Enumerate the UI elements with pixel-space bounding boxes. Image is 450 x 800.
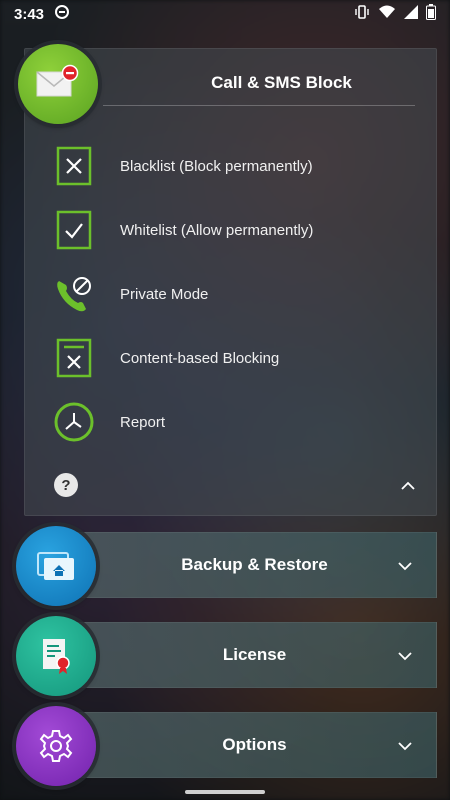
call-sms-block-panel: Call & SMS Block Blacklist (Block perman…: [24, 48, 437, 516]
status-time: 3:43: [14, 5, 45, 23]
battery-icon: [426, 4, 436, 24]
blacklist-x-icon: [53, 145, 95, 187]
whitelist-check-icon: [53, 209, 95, 251]
clock-report-icon: [53, 401, 95, 443]
menu-item-label: Content-based Blocking: [120, 349, 280, 367]
section-label: Options: [222, 735, 287, 754]
menu-item-report[interactable]: Report: [53, 397, 423, 447]
wifi-icon: [378, 4, 396, 24]
chevron-down-icon: [396, 647, 414, 665]
menu-item-blacklist[interactable]: Blacklist (Block permanently): [53, 141, 423, 191]
status-right-icons: [354, 4, 436, 24]
call-sms-block-icon[interactable]: [18, 44, 98, 124]
menu-item-whitelist[interactable]: Whitelist (Allow permanently): [53, 205, 423, 255]
section-label: Backup & Restore: [181, 555, 328, 574]
section-label: License: [222, 645, 287, 664]
gear-icon[interactable]: [16, 706, 96, 786]
phone-blocked-icon: [53, 273, 95, 315]
gesture-nav-handle[interactable]: [185, 790, 265, 794]
status-bar: 3:43: [0, 0, 450, 28]
signal-icon: [404, 5, 418, 23]
help-icon[interactable]: ?: [54, 473, 78, 497]
menu-item-label: Whitelist (Allow permanently): [120, 221, 314, 239]
backup-restore-icon[interactable]: [16, 526, 96, 606]
license-certificate-icon[interactable]: [16, 616, 96, 696]
menu-item-label: Blacklist (Block permanently): [120, 157, 313, 175]
vibrate-icon: [354, 4, 370, 24]
backup-restore-section[interactable]: Backup & Restore: [52, 532, 437, 598]
menu-item-label: Report: [120, 413, 166, 431]
panel-title: Call & SMS Block: [211, 73, 352, 92]
menu-item-private-mode[interactable]: Private Mode: [53, 269, 423, 319]
content-block-icon: [53, 337, 95, 379]
chevron-up-icon[interactable]: [399, 477, 417, 495]
menu-item-label: Private Mode: [120, 285, 209, 303]
chevron-down-icon: [396, 557, 414, 575]
license-section[interactable]: License: [52, 622, 437, 688]
chevron-down-icon: [396, 737, 414, 755]
title-divider: [103, 105, 415, 106]
menu-item-content-blocking[interactable]: Content-based Blocking: [53, 333, 423, 383]
sync-icon: [54, 4, 70, 24]
options-section[interactable]: Options: [52, 712, 437, 778]
